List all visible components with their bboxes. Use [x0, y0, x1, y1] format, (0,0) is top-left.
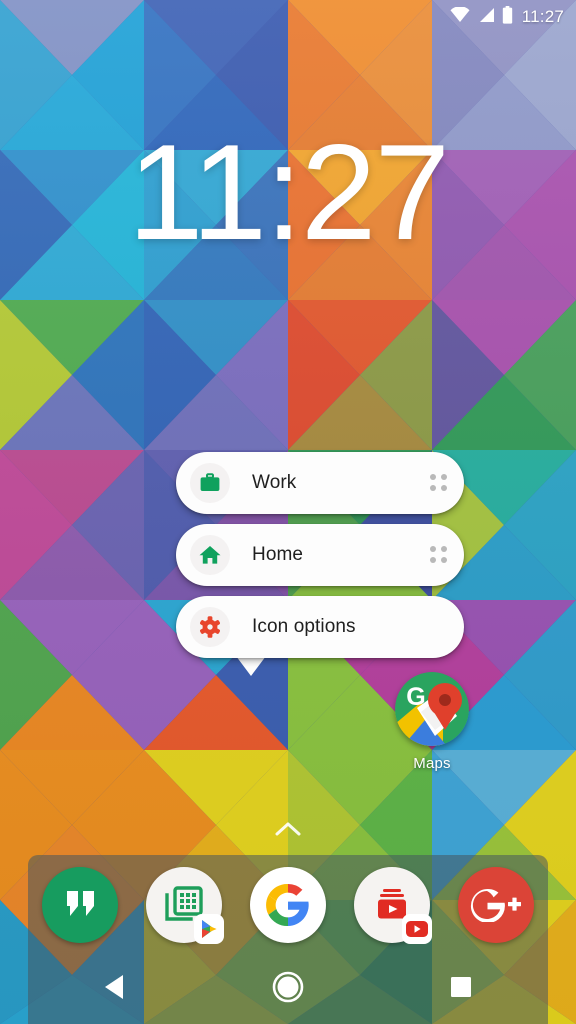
gear-icon: [190, 607, 230, 647]
dock: [28, 855, 548, 955]
app-icon-maps[interactable]: G Maps: [392, 672, 472, 772]
back-triangle-icon: [102, 973, 128, 1006]
shortcut-item-icon-options[interactable]: Icon options: [176, 596, 464, 658]
cellular-signal-icon: [477, 7, 495, 28]
dock-item-apps-folder[interactable]: [142, 863, 226, 947]
svg-text:G: G: [406, 683, 425, 711]
navigation-bar: [28, 955, 548, 1024]
google-maps-icon: G: [395, 672, 469, 746]
hangouts-icon: [42, 867, 118, 943]
shortcut-label-icon-options: Icon options: [252, 616, 356, 637]
google-plus-icon: [458, 867, 534, 943]
chevron-up-icon[interactable]: [274, 820, 302, 843]
app-icon-label-maps: Maps: [413, 755, 451, 772]
app-shortcut-popup-menu: Work Home Icon options: [176, 452, 464, 658]
play-store-icon: [194, 914, 224, 944]
recents-square-icon: [449, 975, 473, 1004]
status-bar[interactable]: 11:27: [0, 0, 576, 34]
shortcut-item-work[interactable]: Work: [176, 452, 464, 514]
clock-widget[interactable]: 11:27: [0, 124, 576, 260]
clock-widget-time: 11:27: [127, 116, 450, 268]
popup-menu-caret: [236, 656, 266, 676]
home-button[interactable]: [240, 955, 336, 1024]
status-bar-clock: 11:27: [521, 7, 564, 26]
wifi-icon: [450, 5, 470, 28]
home-circle-icon: [271, 970, 305, 1009]
dock-item-google[interactable]: [246, 863, 330, 947]
shortcut-item-home[interactable]: Home: [176, 524, 464, 586]
shortcut-label-home: Home: [252, 544, 304, 565]
youtube-stack-icon: [354, 867, 432, 944]
youtube-icon: [402, 914, 432, 944]
briefcase-icon: [190, 463, 230, 503]
android-home-screen: 11:27 11:27 Work Home Icon options G Map…: [0, 0, 576, 1024]
recents-button[interactable]: [413, 955, 509, 1024]
google-g-icon: [250, 867, 326, 943]
drag-handle-home[interactable]: [430, 546, 448, 564]
apps-grid-icon: [146, 867, 224, 944]
back-button[interactable]: [67, 955, 163, 1024]
dock-item-youtube-library[interactable]: [350, 863, 434, 947]
dock-item-google-plus[interactable]: [454, 863, 538, 947]
shortcut-label-work: Work: [252, 472, 297, 493]
house-icon: [190, 535, 230, 575]
drag-handle-work[interactable]: [430, 474, 448, 492]
dock-item-hangouts[interactable]: [38, 863, 122, 947]
battery-icon: [502, 5, 513, 29]
